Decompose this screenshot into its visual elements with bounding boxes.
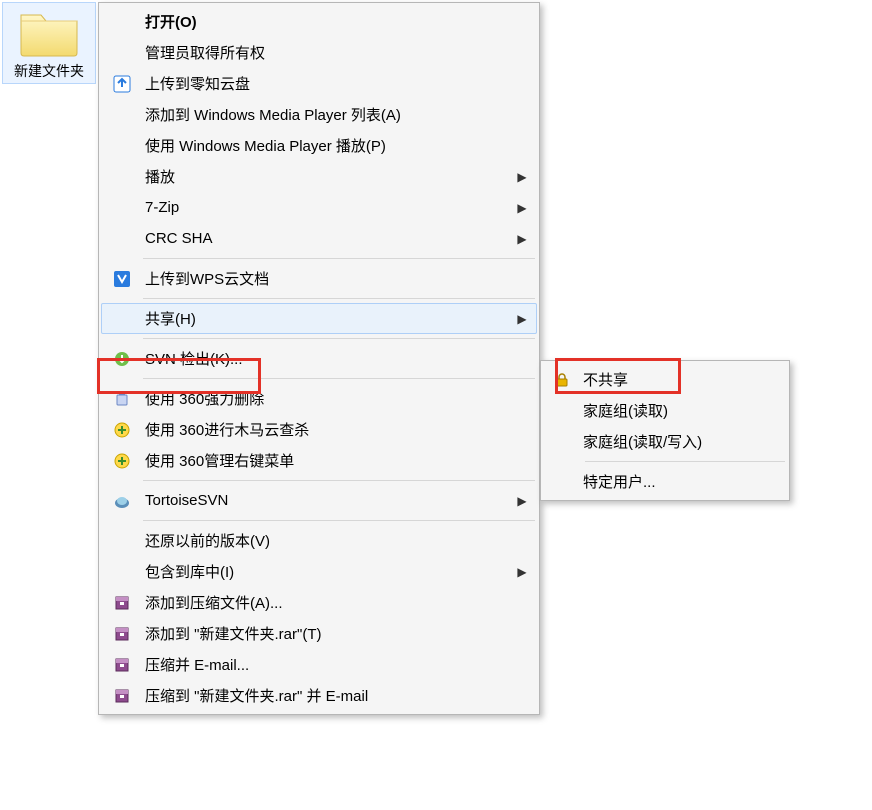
- menu-add-to-named-rar-label: 添加到 "新建文件夹.rar"(T): [139, 623, 529, 644]
- archive-icon: [105, 687, 139, 705]
- menu-add-to-archive-label: 添加到压缩文件(A)...: [139, 592, 529, 613]
- submenu-homegroup-read[interactable]: 家庭组(读取): [543, 395, 787, 426]
- menu-seven-zip[interactable]: 7-Zip ▶: [101, 192, 537, 223]
- chevron-right-icon: ▶: [515, 312, 529, 326]
- menu-separator: [585, 461, 785, 462]
- svn-checkout-icon: [105, 350, 139, 368]
- menu-include-in-library-label: 包含到库中(I): [139, 561, 515, 582]
- chevron-right-icon: ▶: [515, 565, 529, 579]
- menu-separator: [143, 378, 535, 379]
- trash-force-icon: [105, 390, 139, 408]
- menu-add-wmp-list[interactable]: 添加到 Windows Media Player 列表(A): [101, 99, 537, 130]
- menu-share[interactable]: 共享(H) ▶: [101, 303, 537, 334]
- menu-upload-wps-label: 上传到WPS云文档: [139, 268, 529, 289]
- menu-upload-lingzhi-label: 上传到零知云盘: [139, 73, 529, 94]
- menu-add-to-named-rar[interactable]: 添加到 "新建文件夹.rar"(T): [101, 618, 537, 649]
- menu-compress-named-email-label: 压缩到 "新建文件夹.rar" 并 E-mail: [139, 685, 529, 706]
- chevron-right-icon: ▶: [515, 232, 529, 246]
- submenu-specific-users-label: 特定用户...: [577, 471, 779, 492]
- manage-menu-icon: [105, 452, 139, 470]
- menu-360-manage-menu-label: 使用 360管理右键菜单: [139, 450, 529, 471]
- menu-admin-take-ownership[interactable]: 管理员取得所有权: [101, 37, 537, 68]
- menu-seven-zip-label: 7-Zip: [139, 199, 515, 216]
- submenu-homegroup-readwrite-label: 家庭组(读取/写入): [577, 431, 779, 452]
- desktop-folder-label: 新建文件夹: [5, 61, 93, 81]
- archive-icon: [105, 625, 139, 643]
- menu-crc-sha[interactable]: CRC SHA ▶: [101, 223, 537, 254]
- menu-360-trojan-scan-label: 使用 360进行木马云查杀: [139, 419, 529, 440]
- menu-restore-previous-label: 还原以前的版本(V): [139, 530, 529, 551]
- menu-separator: [143, 338, 535, 339]
- trojan-scan-icon: [105, 421, 139, 439]
- menu-share-label: 共享(H): [139, 308, 515, 329]
- menu-open-label: 打开(O): [139, 11, 529, 32]
- submenu-homegroup-readwrite[interactable]: 家庭组(读取/写入): [543, 426, 787, 457]
- tortoise-svn-icon: [105, 492, 139, 510]
- menu-compress-email[interactable]: 压缩并 E-mail...: [101, 649, 537, 680]
- desktop-folder[interactable]: 新建文件夹: [2, 2, 96, 84]
- archive-icon: [105, 656, 139, 674]
- context-menu: 打开(O) 管理员取得所有权 上传到零知云盘 添加到 Windows Media…: [98, 2, 540, 715]
- menu-upload-wps[interactable]: 上传到WPS云文档: [101, 263, 537, 294]
- menu-360-manage-menu[interactable]: 使用 360管理右键菜单: [101, 445, 537, 476]
- menu-play-label: 播放: [139, 166, 515, 187]
- menu-tortoisesvn[interactable]: TortoiseSVN ▶: [101, 485, 537, 516]
- menu-compress-named-email[interactable]: 压缩到 "新建文件夹.rar" 并 E-mail: [101, 680, 537, 711]
- menu-add-wmp-list-label: 添加到 Windows Media Player 列表(A): [139, 104, 529, 125]
- submenu-homegroup-read-label: 家庭组(读取): [577, 400, 779, 421]
- menu-360-force-delete-label: 使用 360强力删除: [139, 388, 529, 409]
- menu-separator: [143, 480, 535, 481]
- menu-360-force-delete[interactable]: 使用 360强力删除: [101, 383, 537, 414]
- menu-separator: [143, 298, 535, 299]
- folder-icon: [17, 7, 81, 57]
- chevron-right-icon: ▶: [515, 170, 529, 184]
- menu-separator: [143, 258, 535, 259]
- chevron-right-icon: ▶: [515, 201, 529, 215]
- menu-svn-checkout[interactable]: SVN 检出(K)...: [101, 343, 537, 374]
- submenu-no-share[interactable]: 不共享: [543, 364, 787, 395]
- cloud-upload-icon: [105, 75, 139, 93]
- menu-add-to-archive[interactable]: 添加到压缩文件(A)...: [101, 587, 537, 618]
- menu-compress-email-label: 压缩并 E-mail...: [139, 654, 529, 675]
- menu-upload-lingzhi[interactable]: 上传到零知云盘: [101, 68, 537, 99]
- menu-separator: [143, 520, 535, 521]
- menu-svn-checkout-label: SVN 检出(K)...: [139, 348, 529, 369]
- wps-cloud-icon: [105, 270, 139, 288]
- menu-include-in-library[interactable]: 包含到库中(I) ▶: [101, 556, 537, 587]
- menu-open[interactable]: 打开(O): [101, 6, 537, 37]
- menu-play[interactable]: 播放 ▶: [101, 161, 537, 192]
- menu-restore-previous[interactable]: 还原以前的版本(V): [101, 525, 537, 556]
- menu-360-trojan-scan[interactable]: 使用 360进行木马云查杀: [101, 414, 537, 445]
- menu-play-wmp[interactable]: 使用 Windows Media Player 播放(P): [101, 130, 537, 161]
- menu-crc-sha-label: CRC SHA: [139, 230, 515, 247]
- submenu-no-share-label: 不共享: [577, 369, 779, 390]
- menu-tortoisesvn-label: TortoiseSVN: [139, 492, 515, 509]
- chevron-right-icon: ▶: [515, 494, 529, 508]
- menu-admin-take-ownership-label: 管理员取得所有权: [139, 42, 529, 63]
- lock-icon: [547, 372, 577, 388]
- submenu-specific-users[interactable]: 特定用户...: [543, 466, 787, 497]
- share-submenu: 不共享 家庭组(读取) 家庭组(读取/写入) 特定用户...: [540, 360, 790, 501]
- archive-icon: [105, 594, 139, 612]
- menu-play-wmp-label: 使用 Windows Media Player 播放(P): [139, 135, 529, 156]
